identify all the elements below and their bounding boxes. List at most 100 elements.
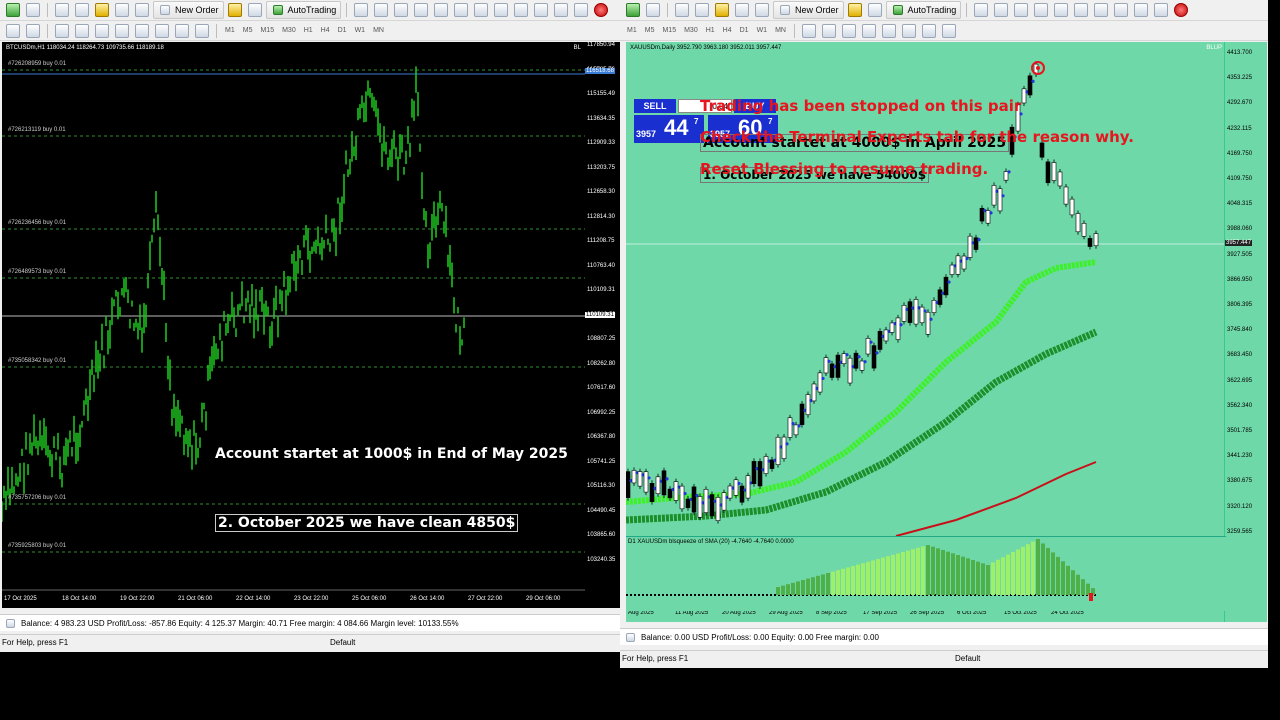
timeframe-m1[interactable]: M1 [624, 27, 640, 34]
timeframe-h1[interactable]: H1 [301, 27, 316, 34]
trade-marker [869, 340, 873, 344]
auto-trading-button[interactable]: AutoTrading [885, 1, 962, 19]
horizontal-line-icon[interactable] [75, 23, 89, 38]
cursor-icon[interactable] [6, 23, 20, 38]
zoom-out-icon[interactable] [1054, 3, 1069, 17]
navigator-icon[interactable] [715, 3, 729, 17]
bar-chart-icon[interactable] [974, 3, 989, 17]
timeframe-d1[interactable]: D1 [335, 27, 350, 34]
profiles-icon[interactable] [26, 3, 40, 17]
timeframe-d1[interactable]: D1 [737, 27, 752, 34]
tester-icon[interactable] [135, 3, 149, 17]
zoom-in-icon[interactable] [1034, 3, 1049, 17]
new-chart-icon[interactable] [626, 3, 640, 17]
meta-editor-icon[interactable] [247, 3, 262, 17]
indicators-icon[interactable] [1134, 3, 1149, 17]
market-watch-icon[interactable] [675, 3, 689, 17]
timeframe-m30[interactable]: M30 [681, 27, 701, 34]
new-order-button[interactable]: New Order [773, 1, 844, 19]
current-price-tag: 3957.447 [1225, 240, 1253, 246]
data-window-icon[interactable] [75, 3, 89, 17]
candlestick-icon[interactable] [994, 3, 1009, 17]
text-icon[interactable] [921, 23, 936, 38]
histogram-bar [871, 560, 875, 595]
timeframe-m15[interactable]: M15 [257, 27, 277, 34]
timeframe-h1[interactable]: H1 [703, 27, 718, 34]
price-label: 3745.840 [1227, 327, 1253, 334]
channel-icon[interactable] [901, 23, 916, 38]
xau-chart[interactable]: XAUUSDm,Daily 3952.790 3963.180 3952.011… [626, 42, 1226, 622]
profiles-icon[interactable] [646, 3, 660, 17]
line-chart-icon[interactable] [1014, 3, 1029, 17]
timeframe-mn[interactable]: MN [772, 27, 789, 34]
auto-trading-icon [272, 5, 283, 15]
timeframe-m15[interactable]: M15 [659, 27, 679, 34]
horizontal-line-icon[interactable] [861, 23, 876, 38]
tester-icon[interactable] [755, 3, 769, 17]
fibonacci-icon[interactable] [135, 23, 149, 38]
candlestick-icon[interactable] [374, 3, 389, 17]
crosshair-icon[interactable] [821, 23, 836, 38]
zoom-in-icon[interactable] [414, 3, 429, 17]
chart-shift-icon[interactable] [1114, 3, 1129, 17]
indicators-icon[interactable] [514, 3, 529, 17]
text-icon[interactable] [155, 23, 169, 38]
timeframe-m1[interactable]: M1 [222, 27, 238, 34]
templates-icon[interactable] [554, 3, 569, 17]
expert-icon[interactable] [227, 3, 242, 17]
sell-price[interactable]: 3957 44 7 [634, 115, 704, 143]
timeframe-w1[interactable]: W1 [754, 27, 771, 34]
tile-windows-icon[interactable] [454, 3, 469, 17]
timeframe-h4[interactable]: H4 [720, 27, 735, 34]
histogram-bar [1066, 565, 1070, 595]
price-label: 3866.950 [1227, 276, 1253, 283]
sell-button[interactable]: SELL [634, 99, 676, 113]
meta-editor-icon[interactable] [867, 3, 882, 17]
label-icon[interactable] [941, 23, 956, 38]
btc-chart[interactable]: BTCUSDm,H1 118034.24 118264.73 109735.66… [2, 42, 585, 608]
cursor-icon[interactable] [801, 23, 816, 38]
channel-icon[interactable] [115, 23, 129, 38]
price-label: 112658.30 [587, 189, 615, 195]
auto-scroll-icon[interactable] [1094, 3, 1109, 17]
search-icon[interactable] [574, 3, 589, 17]
indicator-window[interactable]: D1 XAUUSDm blsqueeze of SMA (20) -4.7640… [626, 536, 1226, 611]
search-icon[interactable] [1154, 3, 1169, 17]
navigator-icon[interactable] [95, 3, 109, 17]
timeframe-w1[interactable]: W1 [352, 27, 369, 34]
alert-icon[interactable] [1174, 3, 1189, 17]
terminal-icon[interactable] [115, 3, 129, 17]
top-price-tag: 116518.68 [585, 68, 615, 74]
histogram-bar [1006, 554, 1010, 595]
vertical-line-icon[interactable] [55, 23, 69, 38]
timeframe-m5[interactable]: M5 [642, 27, 658, 34]
timeframe-m5[interactable]: M5 [240, 27, 256, 34]
new-chart-icon[interactable] [6, 3, 20, 17]
timeframe-mn[interactable]: MN [370, 27, 387, 34]
vertical-line-icon[interactable] [841, 23, 856, 38]
line-chart-icon[interactable] [394, 3, 409, 17]
bar-chart-icon[interactable] [354, 3, 369, 17]
tile-windows-icon[interactable] [1074, 3, 1089, 17]
trendline-icon[interactable] [95, 23, 109, 38]
candle-body [787, 417, 793, 438]
label-icon[interactable] [175, 23, 189, 38]
expert-icon[interactable] [847, 3, 862, 17]
data-window-icon[interactable] [695, 3, 709, 17]
auto-trading-button[interactable]: AutoTrading [265, 1, 342, 19]
timeframe-m30[interactable]: M30 [279, 27, 299, 34]
ma-slow-line [626, 328, 1098, 524]
new-order-button[interactable]: New Order [153, 1, 224, 19]
alert-icon[interactable] [594, 3, 609, 17]
auto-scroll-icon[interactable] [474, 3, 489, 17]
timeframe-h4[interactable]: H4 [318, 27, 333, 34]
terminal-icon[interactable] [735, 3, 749, 17]
crosshair-icon[interactable] [26, 23, 40, 38]
zoom-out-icon[interactable] [434, 3, 449, 17]
market-watch-icon[interactable] [55, 3, 69, 17]
histogram-bar [1041, 543, 1045, 595]
arrows-icon[interactable] [195, 23, 209, 38]
trendline-icon[interactable] [881, 23, 896, 38]
chart-shift-icon[interactable] [494, 3, 509, 17]
periods-icon[interactable] [534, 3, 549, 17]
